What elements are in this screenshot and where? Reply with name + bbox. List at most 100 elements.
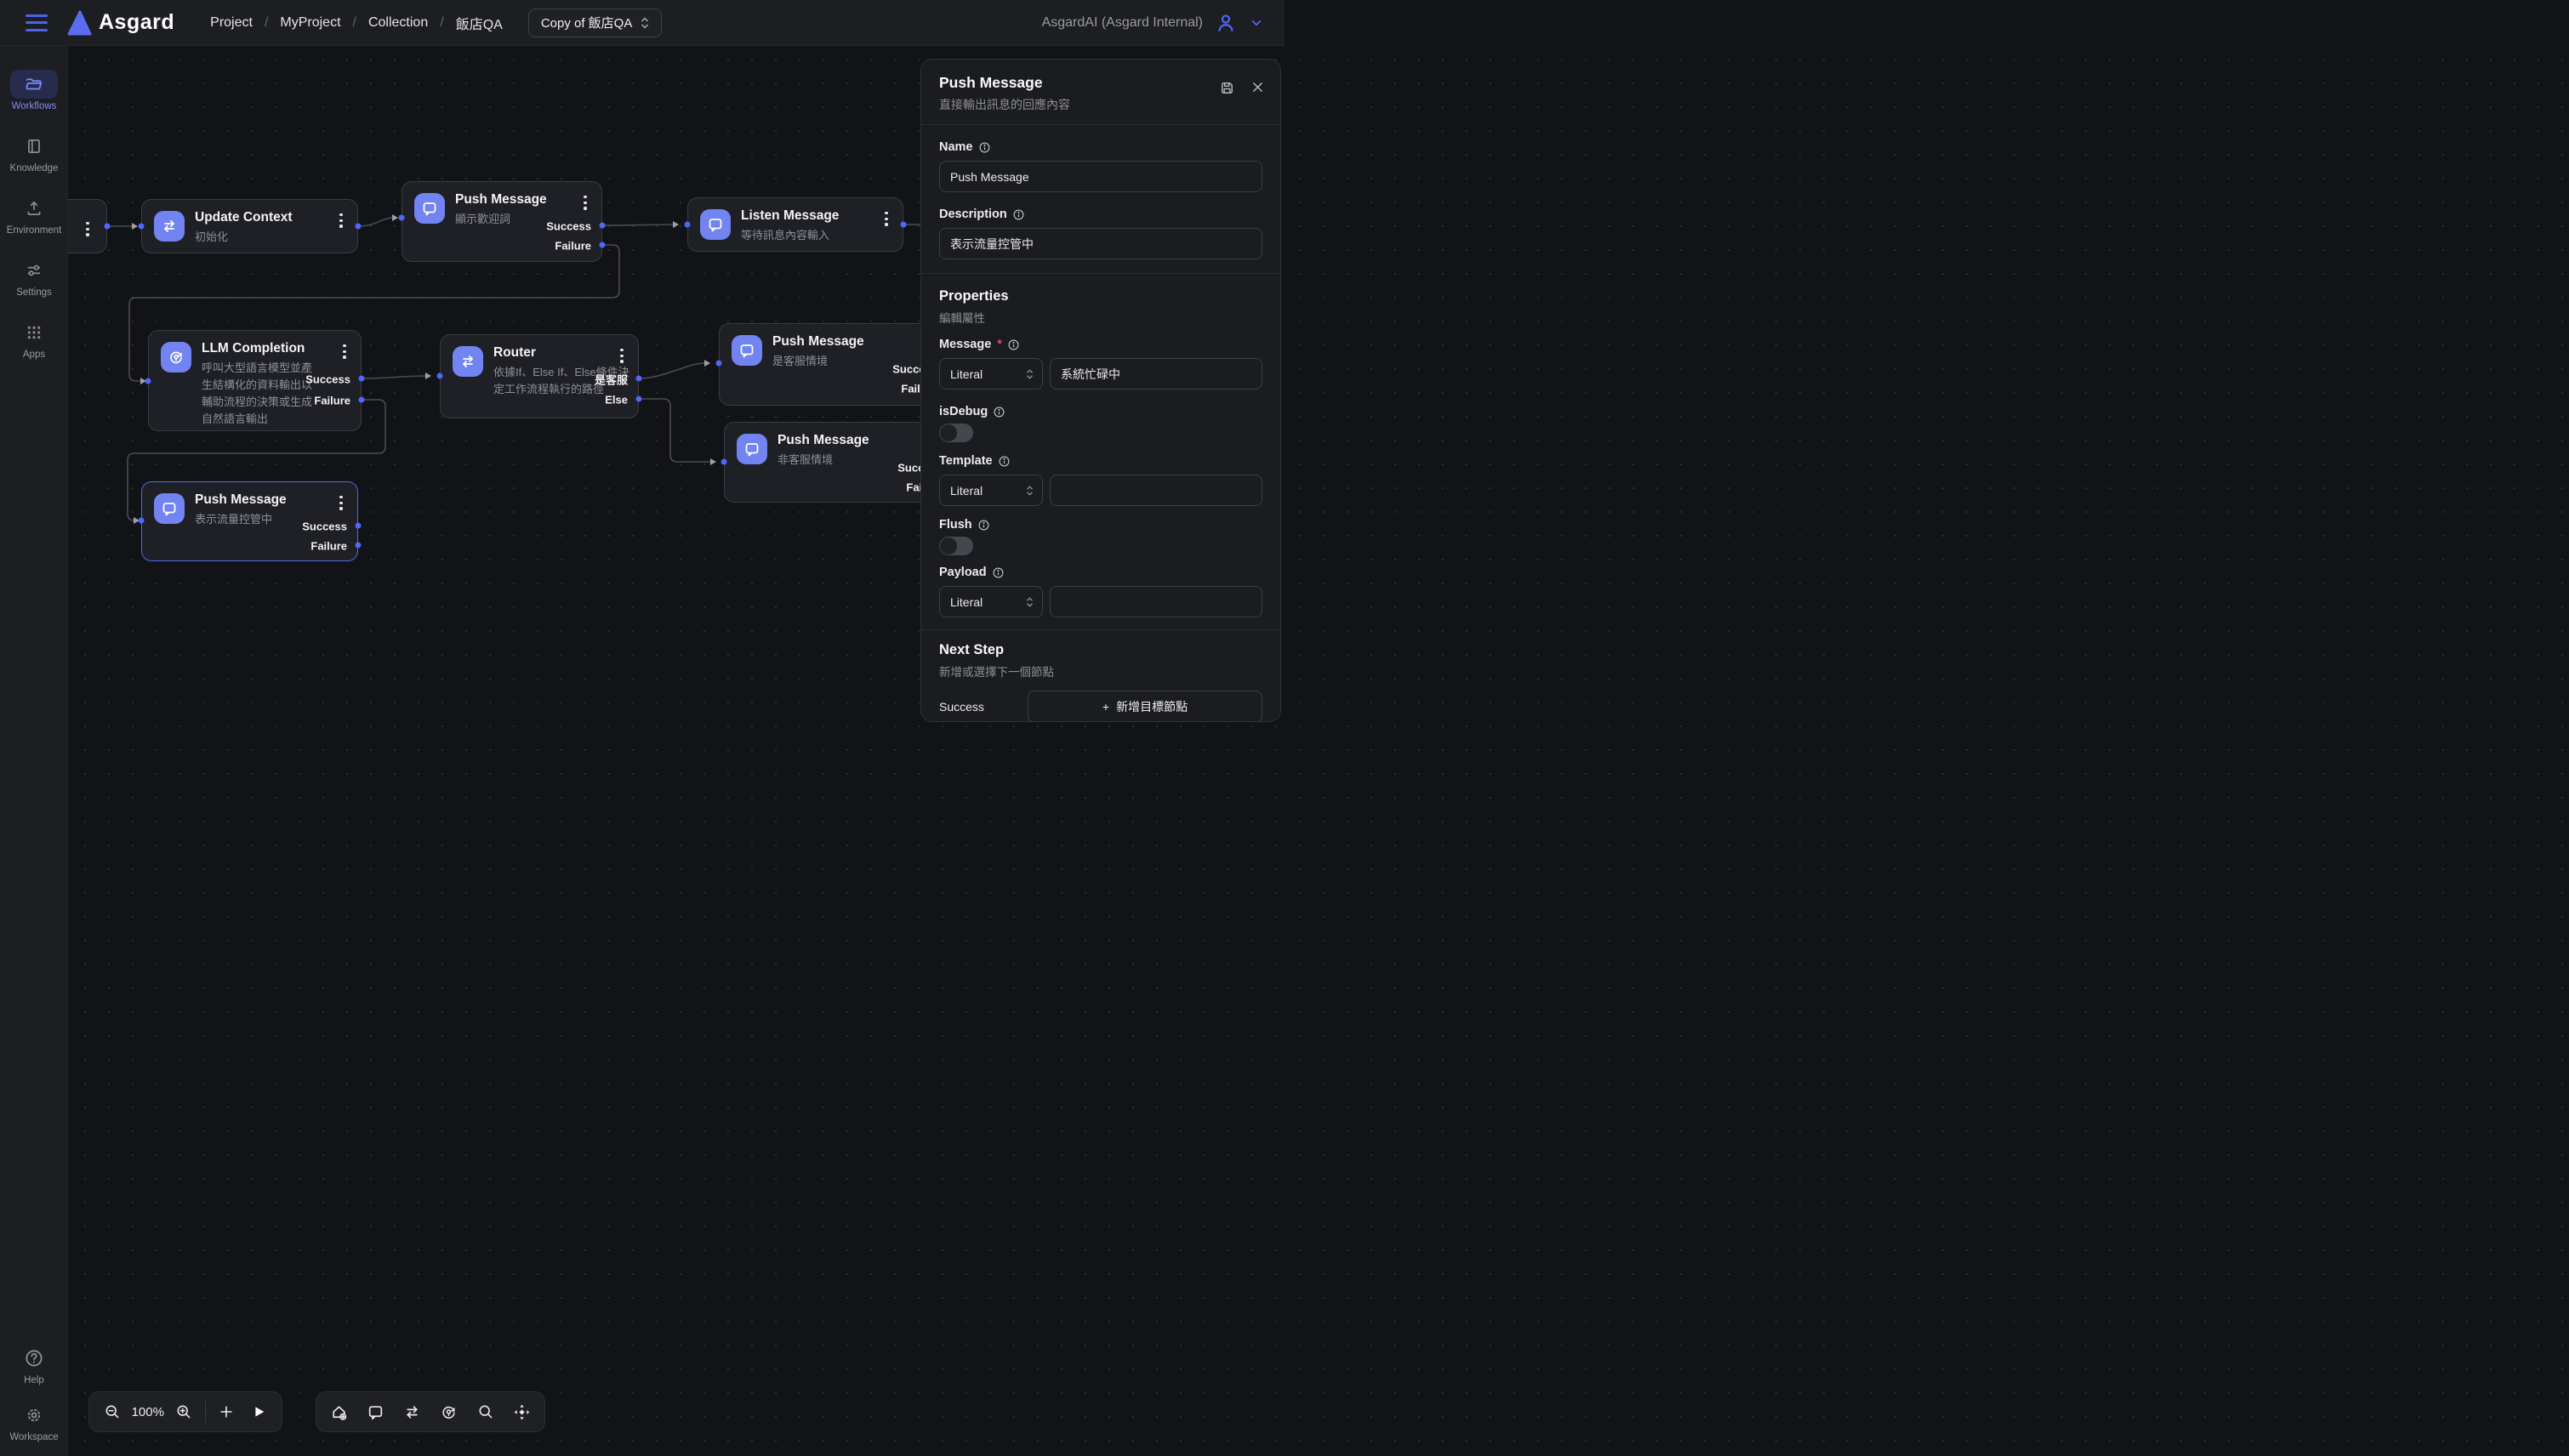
node-menu-button[interactable] — [80, 220, 95, 238]
sidebar-item-workspace[interactable]: Workspace — [0, 1401, 68, 1442]
panel-title: Push Message — [939, 60, 1262, 92]
message-type-value: Literal — [950, 367, 983, 381]
output-port-label[interactable]: Success — [305, 373, 350, 386]
flush-toggle[interactable] — [939, 537, 973, 555]
node-update-context[interactable]: Update Context 初始化 — [141, 199, 358, 253]
node-title: LLM Completion — [202, 341, 305, 356]
pan-move-icon[interactable] — [505, 1395, 539, 1429]
zoom-out-button[interactable] — [96, 1395, 128, 1429]
sidebar-item-settings[interactable]: Settings — [0, 256, 68, 298]
node-push-message-cs[interactable]: Push Message 是客服情境 Success Failure — [719, 323, 948, 406]
node-push-message-welcome[interactable]: Push Message 顯示歡迎詞 Success Failure — [402, 181, 602, 262]
output-port-label[interactable]: Success — [302, 520, 347, 533]
node-llm-completion[interactable]: LLM Completion 呼叫大型語言模型並產生結構化的資料輸出以輔助流程的… — [148, 330, 362, 431]
add-router-node-button[interactable] — [395, 1395, 429, 1429]
add-context-node-button[interactable] — [322, 1395, 356, 1429]
zoom-in-button[interactable] — [168, 1395, 200, 1429]
payload-field-label: Payload — [939, 566, 1262, 579]
info-icon — [978, 520, 989, 531]
output-port-label[interactable]: Failure — [314, 395, 350, 407]
breadcrumb-current[interactable]: 飯店QA — [456, 13, 503, 33]
node-menu-button[interactable] — [614, 347, 629, 365]
breadcrumb-collection[interactable]: Collection — [368, 15, 428, 31]
sidebar-item-label: Help — [24, 1375, 44, 1385]
node-push-message-rate[interactable]: Push Message 表示流量控管中 Success Failure — [141, 481, 358, 561]
flush-field-label: Flush — [939, 518, 1262, 532]
menu-hamburger-icon[interactable] — [26, 14, 48, 31]
breadcrumb-myproject[interactable]: MyProject — [280, 15, 340, 31]
node-edge-partial[interactable] — [68, 199, 107, 253]
template-type-select[interactable]: Literal — [939, 475, 1043, 506]
info-icon — [994, 407, 1005, 418]
account-label: AsgardAI (Asgard Internal) — [1042, 15, 1203, 31]
close-icon[interactable] — [1250, 80, 1265, 94]
next-step-row-label: Success — [939, 700, 1028, 714]
node-menu-button[interactable] — [578, 194, 593, 212]
node-menu-button[interactable] — [337, 343, 352, 361]
sidebar-item-help[interactable]: Help — [0, 1344, 68, 1385]
save-icon[interactable] — [1219, 80, 1235, 96]
chat-bubble-icon — [414, 193, 445, 224]
search-icon[interactable] — [469, 1395, 503, 1429]
output-port-label[interactable]: Else — [605, 394, 628, 407]
node-listen-message[interactable]: Listen Message 等待訊息內容輸入 — [687, 197, 903, 252]
message-type-select[interactable]: Literal — [939, 358, 1043, 390]
node-menu-button[interactable] — [333, 212, 349, 230]
next-step-success-row: Success + 新增目標節點 — [939, 691, 1262, 722]
info-icon — [979, 142, 990, 153]
add-llm-node-button[interactable] — [432, 1395, 466, 1429]
panel-subtitle: 直接輸出訊息的回應內容 — [939, 96, 1262, 113]
add-message-node-button[interactable] — [358, 1395, 392, 1429]
sidebar-item-label: Environment — [7, 225, 62, 236]
payload-value-input[interactable] — [1050, 586, 1262, 617]
chat-bubble-icon — [732, 335, 762, 366]
name-input[interactable] — [939, 161, 1262, 192]
chat-bubble-icon — [700, 209, 731, 240]
description-input[interactable] — [939, 228, 1262, 259]
sidebar-item-workflows[interactable]: Workflows — [0, 70, 68, 111]
sidebar-item-apps[interactable]: Apps — [0, 318, 68, 360]
node-palette-toolbar — [316, 1391, 545, 1432]
chat-bubble-icon — [737, 434, 767, 464]
template-value-input[interactable] — [1050, 475, 1262, 506]
output-port-label[interactable]: Success — [546, 220, 591, 233]
description-field-label: Description — [939, 208, 1262, 221]
output-port-label[interactable]: 是客服 — [595, 372, 628, 388]
breadcrumb-separator: / — [353, 15, 356, 31]
info-icon — [1013, 209, 1024, 220]
asgard-logo-icon — [66, 10, 92, 36]
breadcrumb-project[interactable]: Project — [210, 15, 253, 31]
message-value-input[interactable] — [1050, 358, 1262, 390]
output-port-label[interactable]: Failure — [310, 540, 347, 553]
info-icon — [999, 456, 1010, 467]
folder-icon — [10, 70, 58, 99]
sidebar-item-label: Apps — [23, 350, 45, 360]
workflow-canvas[interactable]: Update Context 初始化 Push Message 顯示歡迎詞 Su… — [68, 46, 2569, 1456]
properties-section-subtitle: 編輯屬性 — [939, 309, 1262, 326]
node-router[interactable]: Router 依據If、Else If、Else條件決定工作流程執行的路徑 是客… — [440, 334, 639, 418]
node-title: Listen Message — [741, 208, 839, 224]
isdebug-toggle[interactable] — [939, 424, 973, 442]
node-menu-button[interactable] — [879, 210, 894, 228]
workflow-version-select[interactable]: Copy of 飯店QA — [528, 9, 663, 37]
sidebar-item-environment[interactable]: Environment — [0, 194, 68, 236]
properties-section-title: Properties — [939, 288, 1262, 304]
account-chevron-down-icon[interactable] — [1249, 15, 1264, 31]
sidebar-item-knowledge[interactable]: Knowledge — [0, 132, 68, 173]
user-icon[interactable] — [1215, 12, 1237, 34]
run-workflow-button[interactable] — [242, 1395, 275, 1429]
node-menu-button[interactable] — [333, 494, 349, 512]
node-title: Router — [493, 345, 536, 361]
node-subtitle: 表示流量控管中 — [195, 511, 272, 528]
payload-type-select[interactable]: Literal — [939, 586, 1043, 617]
output-port-label[interactable]: Failure — [555, 240, 591, 253]
node-push-message-non-cs[interactable]: Push Message 非客服情境 Success Failure — [724, 422, 954, 503]
info-icon — [993, 567, 1004, 578]
add-button[interactable] — [210, 1395, 242, 1429]
template-type-value: Literal — [950, 484, 983, 498]
node-title: Push Message — [195, 492, 287, 508]
template-field-label: Template — [939, 454, 1262, 468]
select-chevrons-icon — [1026, 486, 1034, 496]
chat-bubble-icon — [154, 493, 185, 524]
add-target-node-success-button[interactable]: + 新增目標節點 — [1028, 691, 1262, 722]
